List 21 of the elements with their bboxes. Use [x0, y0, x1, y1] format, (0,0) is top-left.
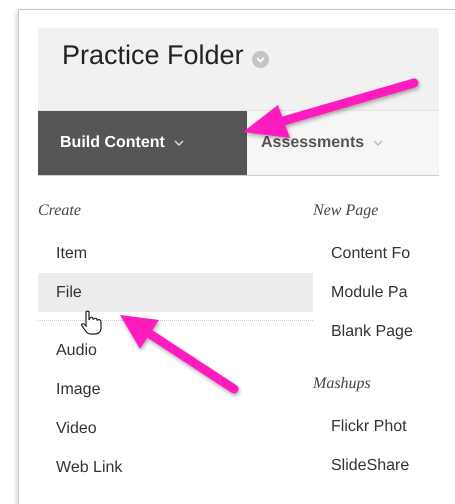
menu-item[interactable]: SlideShare	[313, 446, 439, 485]
menu-tab[interactable]: Assessments	[247, 111, 398, 175]
hand-cursor-icon	[81, 310, 102, 335]
menu-item[interactable]: Module Pa	[313, 273, 439, 312]
menu-heading: Create	[38, 202, 82, 221]
menu-tab[interactable]: Build Content	[38, 111, 247, 175]
page-title: Practice Folder	[62, 40, 244, 71]
menu-item[interactable]: Audio	[38, 331, 313, 370]
menu-heading: New Page	[313, 202, 380, 221]
menu-item[interactable]: Flickr Phot	[313, 407, 439, 446]
menu-item[interactable]: File	[38, 273, 313, 312]
menu-item[interactable]: Blank Page	[313, 312, 439, 351]
menu-heading: Mashups	[313, 375, 372, 394]
menu-item[interactable]: Content Fo	[313, 234, 439, 273]
chevron-down-icon	[174, 140, 184, 146]
menu-item[interactable]: Web Link	[38, 448, 313, 487]
menu-item[interactable]: Video	[38, 409, 313, 448]
chevron-down-icon	[373, 140, 384, 146]
menu-item[interactable]: Item	[38, 234, 313, 273]
chevron-circle-icon[interactable]	[252, 51, 269, 68]
menu-item[interactable]: Image	[38, 370, 313, 409]
